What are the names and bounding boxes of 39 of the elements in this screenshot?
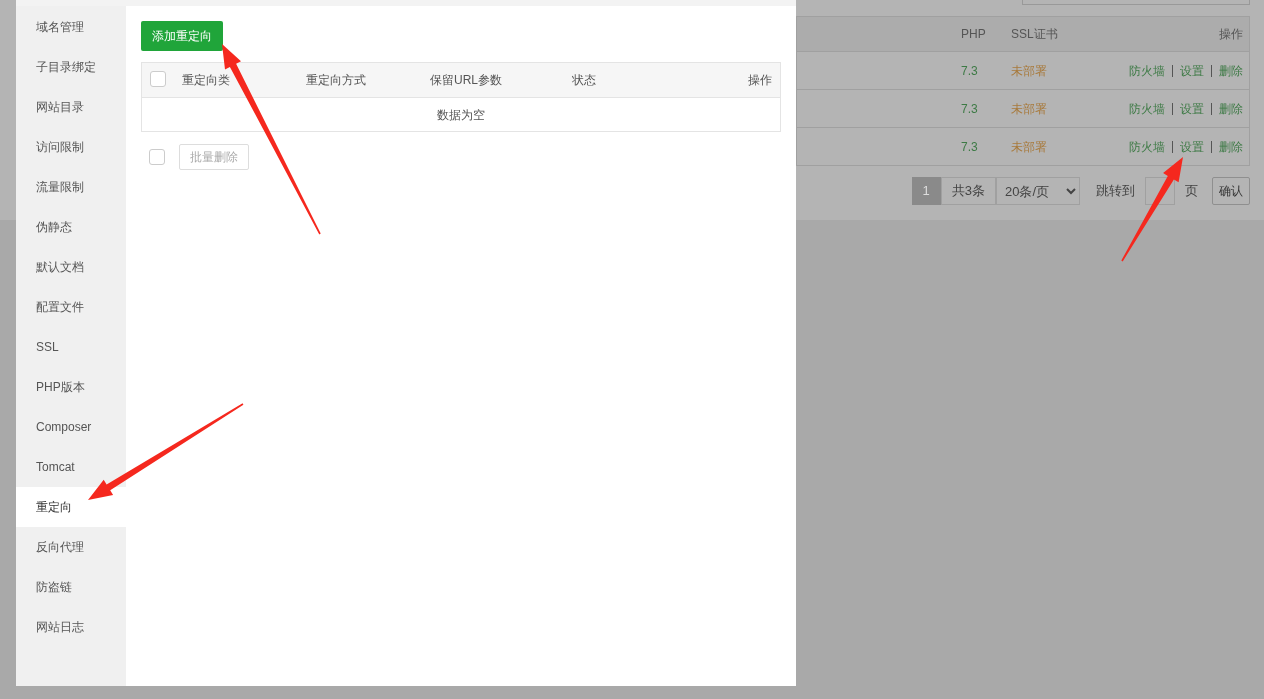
- sidebar-item[interactable]: 网站目录: [16, 87, 126, 127]
- total-count: 共3条: [940, 177, 996, 205]
- sidebar-item[interactable]: 子目录绑定: [16, 47, 126, 87]
- php-version: 7.3: [961, 100, 979, 118]
- column-header: 操作: [748, 72, 772, 89]
- ssl-status: 未部署: [1011, 138, 1048, 156]
- page-size-select[interactable]: 20条/页: [996, 177, 1080, 205]
- sidebar-item[interactable]: SSL: [16, 327, 126, 367]
- jump-label: 跳转到: [1096, 182, 1135, 201]
- ssl-status: 未部署: [1011, 100, 1048, 118]
- batch-checkbox[interactable]: [149, 149, 165, 165]
- empty-message: 数据为空: [437, 106, 485, 124]
- sidebar-item[interactable]: Tomcat: [16, 447, 126, 487]
- sidebar-item[interactable]: 重定向: [16, 487, 126, 527]
- php-version: 7.3: [961, 62, 979, 80]
- column-header: 重定向方式: [306, 72, 367, 89]
- sidebar-item[interactable]: 伪静态: [16, 207, 126, 247]
- select-all-checkbox[interactable]: [150, 71, 166, 87]
- confirm-button[interactable]: 确认: [1212, 177, 1250, 205]
- sidebar-item[interactable]: 防盗链: [16, 567, 126, 607]
- column-header: 重定向类: [182, 72, 231, 89]
- sidebar-item[interactable]: PHP版本: [16, 367, 126, 407]
- sidebar-item[interactable]: 默认文档: [16, 247, 126, 287]
- column-header: 状态: [572, 72, 597, 89]
- sidebar-item[interactable]: 访问限制: [16, 127, 126, 167]
- column-header: PHP: [961, 26, 987, 43]
- sidebar-item[interactable]: Composer: [16, 407, 126, 447]
- search-field[interactable]: [1022, 0, 1250, 5]
- column-header: 操作: [1219, 26, 1243, 43]
- ssl-status: 未部署: [1011, 62, 1048, 80]
- page-unit: 页: [1185, 182, 1198, 201]
- column-header: SSL证书: [1011, 26, 1059, 43]
- sidebar-item[interactable]: 配置文件: [16, 287, 126, 327]
- sidebar-item[interactable]: 网站日志: [16, 607, 126, 647]
- column-header: 保留URL参数: [430, 72, 503, 89]
- sidebar-item[interactable]: 流量限制: [16, 167, 126, 207]
- sidebar-item[interactable]: 反向代理: [16, 527, 126, 567]
- php-version: 7.3: [961, 138, 979, 156]
- sidebar-item[interactable]: 域名管理: [16, 7, 126, 47]
